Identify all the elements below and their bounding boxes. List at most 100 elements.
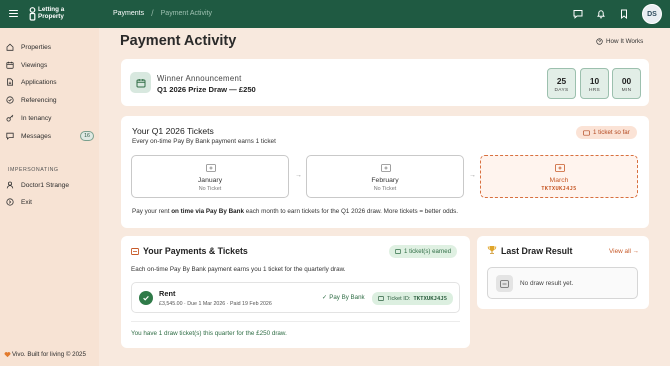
tickets-title: Your Q1 2026 Tickets <box>132 126 214 136</box>
how-it-works-link[interactable]: How It Works <box>596 38 643 45</box>
exit-label: Exit <box>21 198 32 206</box>
countdown-value: 10 <box>589 76 600 86</box>
bell-icon[interactable] <box>596 9 606 19</box>
payment-row[interactable]: Rent £3,545.00 · Due 1 Mar 2026 · Paid 1… <box>131 282 460 313</box>
month-status: No Ticket <box>198 186 222 192</box>
note-suffix: each month to earn tickets for the Q1 20… <box>244 208 459 215</box>
check-icon <box>139 291 153 305</box>
payment-method: ✓ Pay By Bank <box>322 294 365 301</box>
sidebar-item-label: Referencing <box>21 96 57 104</box>
countdown-hours: 10 HRS <box>580 68 609 99</box>
sidebar-item-label: Applications <box>21 78 57 86</box>
arrow-right-icon: → <box>295 172 302 179</box>
sidebar-item-in-tenancy[interactable]: In tenancy <box>6 111 96 125</box>
logo-line-2: Property <box>38 13 64 20</box>
impersonating-heading: IMPERSONATING <box>8 167 59 173</box>
brand-logo[interactable]: Letting a Property <box>29 6 64 22</box>
month-february: February No Ticket <box>306 155 464 198</box>
exit-icon <box>6 198 14 206</box>
breadcrumb: Payments / Payment Activity <box>113 8 212 18</box>
note-prefix: Pay your rent <box>132 208 172 215</box>
breadcrumb-current: Payment Activity <box>160 10 212 17</box>
month-march: March TKTXUKJ4J5 <box>480 155 638 198</box>
impersonated-user[interactable]: Doctor1 Strange <box>6 178 96 192</box>
chat-icon[interactable] <box>573 9 583 19</box>
ticket-icon <box>555 164 565 172</box>
help-icon <box>596 38 603 45</box>
sidebar-item-label: Properties <box>21 43 52 51</box>
sidebar-item-applications[interactable]: Applications <box>6 75 96 89</box>
archive-icon <box>496 275 513 292</box>
tickets-earned-text: 1 ticket(s) earned <box>404 248 452 255</box>
ticket-count-badge: 1 ticket so far <box>576 126 637 139</box>
countdown-value: 00 <box>621 76 632 86</box>
countdown-value: 25 <box>556 76 567 86</box>
sidebar-item-properties[interactable]: Properties <box>6 40 96 54</box>
how-it-works-label: How It Works <box>606 38 644 45</box>
ticket-icon <box>395 249 401 254</box>
impersonated-user-name: Doctor1 Strange <box>21 181 70 189</box>
sidebar: Properties Viewings Applications Referen… <box>0 28 99 366</box>
top-bar: Letting a Property Payments / Payment Ac… <box>0 0 670 28</box>
page-title: Payment Activity <box>120 33 237 49</box>
user-avatar[interactable]: DS <box>642 4 662 24</box>
last-draw-card: Last Draw Result View all → No draw resu… <box>477 236 649 309</box>
sidebar-item-label: Messages <box>21 132 52 140</box>
bookmark-icon[interactable] <box>619 9 629 19</box>
checkmark-icon: ✓ <box>322 294 328 301</box>
breadcrumb-separator: / <box>151 8 154 18</box>
empty-draw-result: No draw result yet. <box>487 267 638 299</box>
countdown-unit: MIN <box>621 88 632 93</box>
calendar-icon <box>130 72 151 93</box>
arrow-right-icon: → <box>469 172 476 179</box>
view-all-link[interactable]: View all → <box>609 248 639 255</box>
home-icon <box>6 43 14 51</box>
ticket-id-badge: Ticket ID: TKTXUKJ4J5 <box>372 292 454 305</box>
ticket-count-text: 1 ticket so far <box>593 129 630 136</box>
countdown-unit: DAYS <box>554 88 569 93</box>
top-actions: DS <box>573 4 662 24</box>
tickets-note: Pay your rent on time via Pay By Bank ea… <box>132 208 458 215</box>
month-name: March <box>549 177 569 184</box>
footer-brand: Vivo. Built for living © 2025 <box>4 351 86 358</box>
breadcrumb-payments[interactable]: Payments <box>113 10 144 17</box>
sidebar-item-label: In tenancy <box>21 114 52 122</box>
calendar-icon <box>6 61 14 69</box>
payments-tickets-card: Your Payments & Tickets 1 ticket(s) earn… <box>121 236 470 348</box>
ticket-icon <box>131 248 139 255</box>
ticket-icon <box>378 296 384 301</box>
countdown-days: 25 DAYS <box>547 68 576 99</box>
tickets-earned-badge: 1 ticket(s) earned <box>389 245 458 258</box>
ticket-icon <box>583 129 590 136</box>
exit-impersonation-button[interactable]: Exit <box>6 195 96 209</box>
q1-tickets-card: Your Q1 2026 Tickets Every on-time Pay B… <box>121 116 649 228</box>
messages-count-badge: 16 <box>80 131 94 141</box>
document-icon <box>7 78 13 86</box>
check-circle-icon <box>6 96 14 104</box>
draw-ticket-summary: You have 1 draw ticket(s) this quarter f… <box>131 330 287 337</box>
month-name: January <box>197 177 223 184</box>
countdown-unit: HRS <box>588 88 601 93</box>
logo-mark-icon <box>29 7 36 21</box>
payment-details: £3,545.00 · Due 1 Mar 2026 · Paid 19 Feb… <box>159 301 272 307</box>
sidebar-item-messages[interactable]: Messages 16 <box>6 129 96 143</box>
winner-announcement-card: Winner Announcement Q1 2026 Prize Draw —… <box>121 59 649 106</box>
payment-name: Rent <box>159 289 176 298</box>
announcement-title: Q1 2026 Prize Draw — £250 <box>157 85 256 94</box>
key-icon <box>6 114 14 122</box>
payments-title: Your Payments & Tickets <box>143 246 248 256</box>
ticket-icon <box>206 164 216 172</box>
sidebar-item-referencing[interactable]: Referencing <box>6 93 96 107</box>
ticket-id-label: Ticket ID: <box>387 295 411 302</box>
menu-icon[interactable] <box>9 10 18 18</box>
payments-subtitle: Each on-time Pay By Bank payment earns y… <box>131 266 346 273</box>
last-draw-title: Last Draw Result <box>501 246 573 256</box>
divider <box>131 321 460 322</box>
footer-text: Vivo. Built for living © 2025 <box>12 351 86 358</box>
ticket-id-value: TKTXUKJ4J5 <box>413 295 448 302</box>
month-name: February <box>371 177 399 184</box>
heart-icon <box>4 352 11 358</box>
sidebar-item-viewings[interactable]: Viewings <box>6 58 96 72</box>
logo-text: Letting a Property <box>38 7 64 20</box>
empty-draw-text: No draw result yet. <box>520 280 574 287</box>
